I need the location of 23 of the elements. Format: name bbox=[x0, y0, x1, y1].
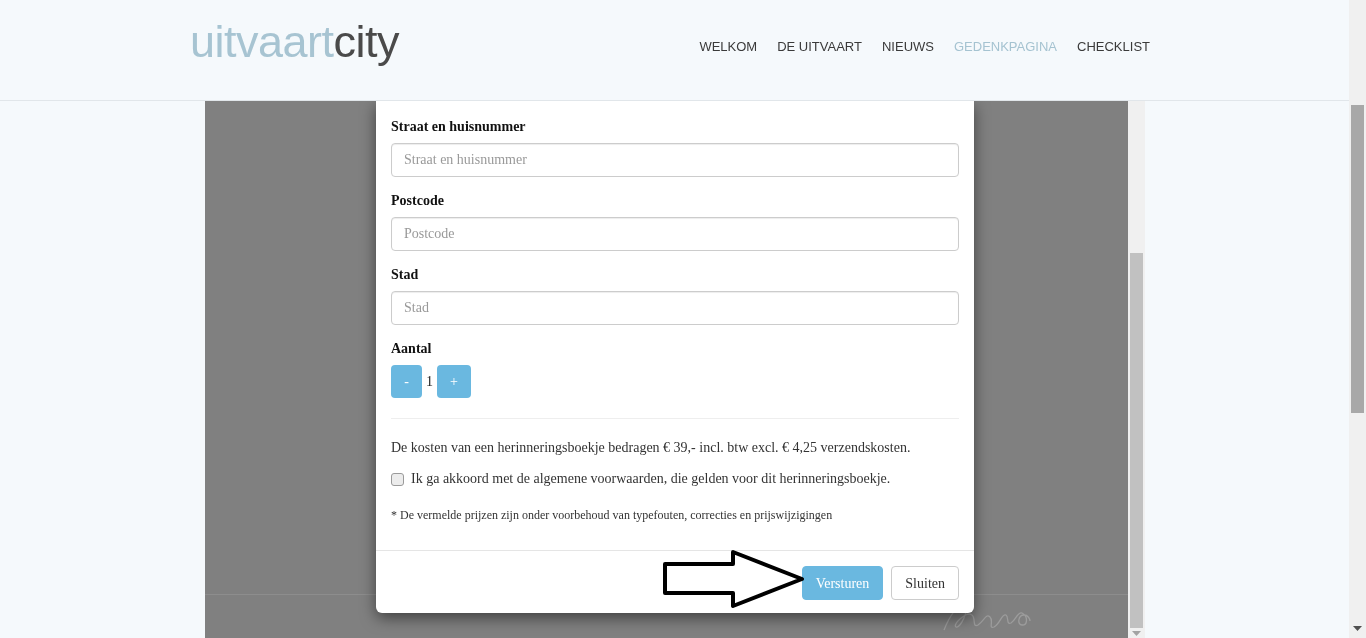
scrollbar-thumb[interactable] bbox=[1351, 105, 1364, 413]
cost-note: De kosten van een herinneringsboekje bedragen € 39,- incl. btw excl. € 4,25 verzendskosten. bbox=[391, 439, 912, 457]
nav-link[interactable]: DE UITVAART bbox=[777, 37, 862, 57]
text-input[interactable]: Stad bbox=[391, 291, 959, 325]
terms-checkbox[interactable] bbox=[391, 472, 404, 486]
site-logo[interactable]: uitvaartcity bbox=[190, 19, 400, 64]
nav-link[interactable]: WELKOM bbox=[699, 37, 758, 57]
scrollbar[interactable] bbox=[1349, 0, 1366, 638]
text-input[interactable]: Straat en huisnummer bbox=[391, 143, 959, 177]
field-label: Straat en huisnummer bbox=[391, 118, 527, 136]
nav-link[interactable]: CHECKLIST bbox=[1077, 37, 1150, 57]
disclaimer-note: * De vermelde prijzen zijn onder voorbehoud van typefouten, correcties en prijswijzigingen bbox=[391, 507, 834, 524]
close-button[interactable]: Sluiten bbox=[891, 566, 959, 600]
nav-link[interactable]: NIEUWS bbox=[881, 37, 934, 57]
text-input[interactable]: Postcode bbox=[391, 217, 959, 251]
quantity-value: 1 bbox=[425, 372, 434, 391]
scrollbar[interactable] bbox=[1128, 101, 1145, 638]
field-label: Aantal bbox=[391, 340, 433, 358]
terms-label: Ik ga akkoord met de algemene voorwaarden, die gelden voor dit herinneringsboekje. bbox=[411, 470, 891, 488]
scroll-down-arrow-icon[interactable] bbox=[1353, 626, 1362, 631]
field-label: Postcode bbox=[391, 192, 445, 210]
scrollbar-thumb[interactable] bbox=[1130, 253, 1143, 628]
field-label: Stad bbox=[391, 266, 420, 284]
